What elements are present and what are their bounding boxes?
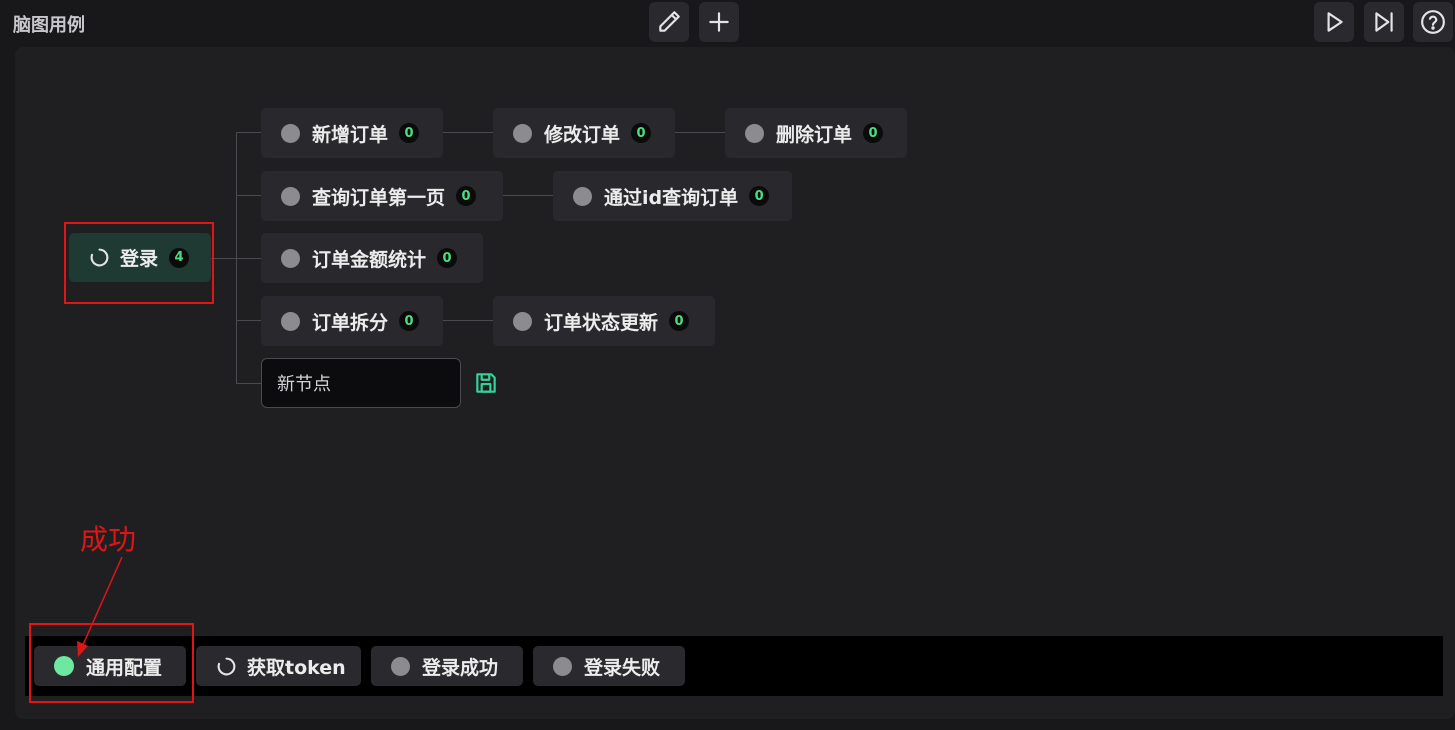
question-circle-icon (1421, 10, 1445, 34)
count-badge: 0 (631, 123, 652, 143)
node-label: 通过id查询订单 (604, 186, 739, 209)
connector-line (236, 132, 261, 133)
status-dot-icon (513, 123, 532, 143)
plus-icon (709, 12, 729, 32)
connector-line (236, 383, 261, 384)
connector-line (443, 320, 493, 321)
node-query-by-id[interactable]: 通过id查询订单 0 (553, 171, 792, 221)
status-dot-icon (513, 311, 532, 331)
loading-spinner-icon (217, 657, 236, 675)
node-order-status-update[interactable]: 订单状态更新 0 (493, 296, 715, 346)
help-button[interactable] (1413, 2, 1453, 42)
new-node-input[interactable] (261, 358, 461, 408)
item-label: 获取token (247, 656, 346, 679)
node-delete-order[interactable]: 删除订单 0 (725, 108, 907, 158)
node-label: 删除订单 (776, 123, 853, 146)
count-badge: 0 (669, 311, 690, 331)
node-query-first-page[interactable]: 查询订单第一页 0 (261, 171, 503, 221)
status-dot-icon (281, 248, 300, 268)
count-badge: 0 (399, 311, 420, 331)
status-dot-icon (281, 123, 300, 143)
add-button[interactable] (699, 2, 739, 42)
save-icon[interactable] (473, 370, 499, 396)
play-icon (1327, 12, 1343, 32)
node-label: 查询订单第一页 (312, 186, 446, 209)
node-label: 修改订单 (544, 123, 621, 146)
node-label: 新增订单 (312, 123, 389, 146)
count-badge: 0 (437, 248, 458, 268)
node-order-amount-stats[interactable]: 订单金额统计 0 (261, 233, 483, 283)
node-add-order[interactable]: 新增订单 0 (261, 108, 443, 158)
pencil-icon (659, 11, 680, 32)
highlight-box (64, 222, 214, 304)
config-item-get-token[interactable]: 获取token (196, 646, 361, 686)
node-edit-order[interactable]: 修改订单 0 (493, 108, 675, 158)
status-dot-icon (281, 311, 300, 331)
count-badge: 0 (399, 123, 420, 143)
connector-line (503, 195, 553, 196)
item-label: 登录成功 (422, 656, 499, 679)
node-order-split[interactable]: 订单拆分 0 (261, 296, 443, 346)
count-badge: 0 (749, 186, 770, 206)
annotation-label: 成功 (80, 523, 137, 556)
node-label: 订单金额统计 (312, 248, 427, 271)
connector-line (675, 132, 725, 133)
node-label: 订单状态更新 (544, 311, 659, 334)
connector-line (236, 195, 261, 196)
connector-line (211, 258, 237, 259)
count-badge: 0 (863, 123, 884, 143)
item-label: 登录失败 (584, 656, 661, 679)
count-badge: 0 (456, 186, 477, 206)
annotation-arrow-icon (77, 556, 123, 657)
status-dot-icon (573, 186, 592, 206)
skip-forward-icon (1375, 12, 1393, 32)
run-button[interactable] (1314, 2, 1354, 42)
status-dot-icon (553, 656, 572, 676)
status-dot-icon (281, 186, 300, 206)
step-run-button[interactable] (1364, 2, 1404, 42)
status-dot-icon (745, 123, 764, 143)
connector-line (443, 132, 493, 133)
edit-button[interactable] (649, 2, 689, 42)
config-item-login-success[interactable]: 登录成功 (371, 646, 523, 686)
status-dot-icon (391, 656, 410, 676)
connector-line (236, 258, 261, 259)
node-label: 订单拆分 (312, 311, 389, 334)
connector-line (236, 320, 261, 321)
config-item-login-failure[interactable]: 登录失败 (533, 646, 685, 686)
page-title: 脑图用例 (13, 15, 85, 36)
